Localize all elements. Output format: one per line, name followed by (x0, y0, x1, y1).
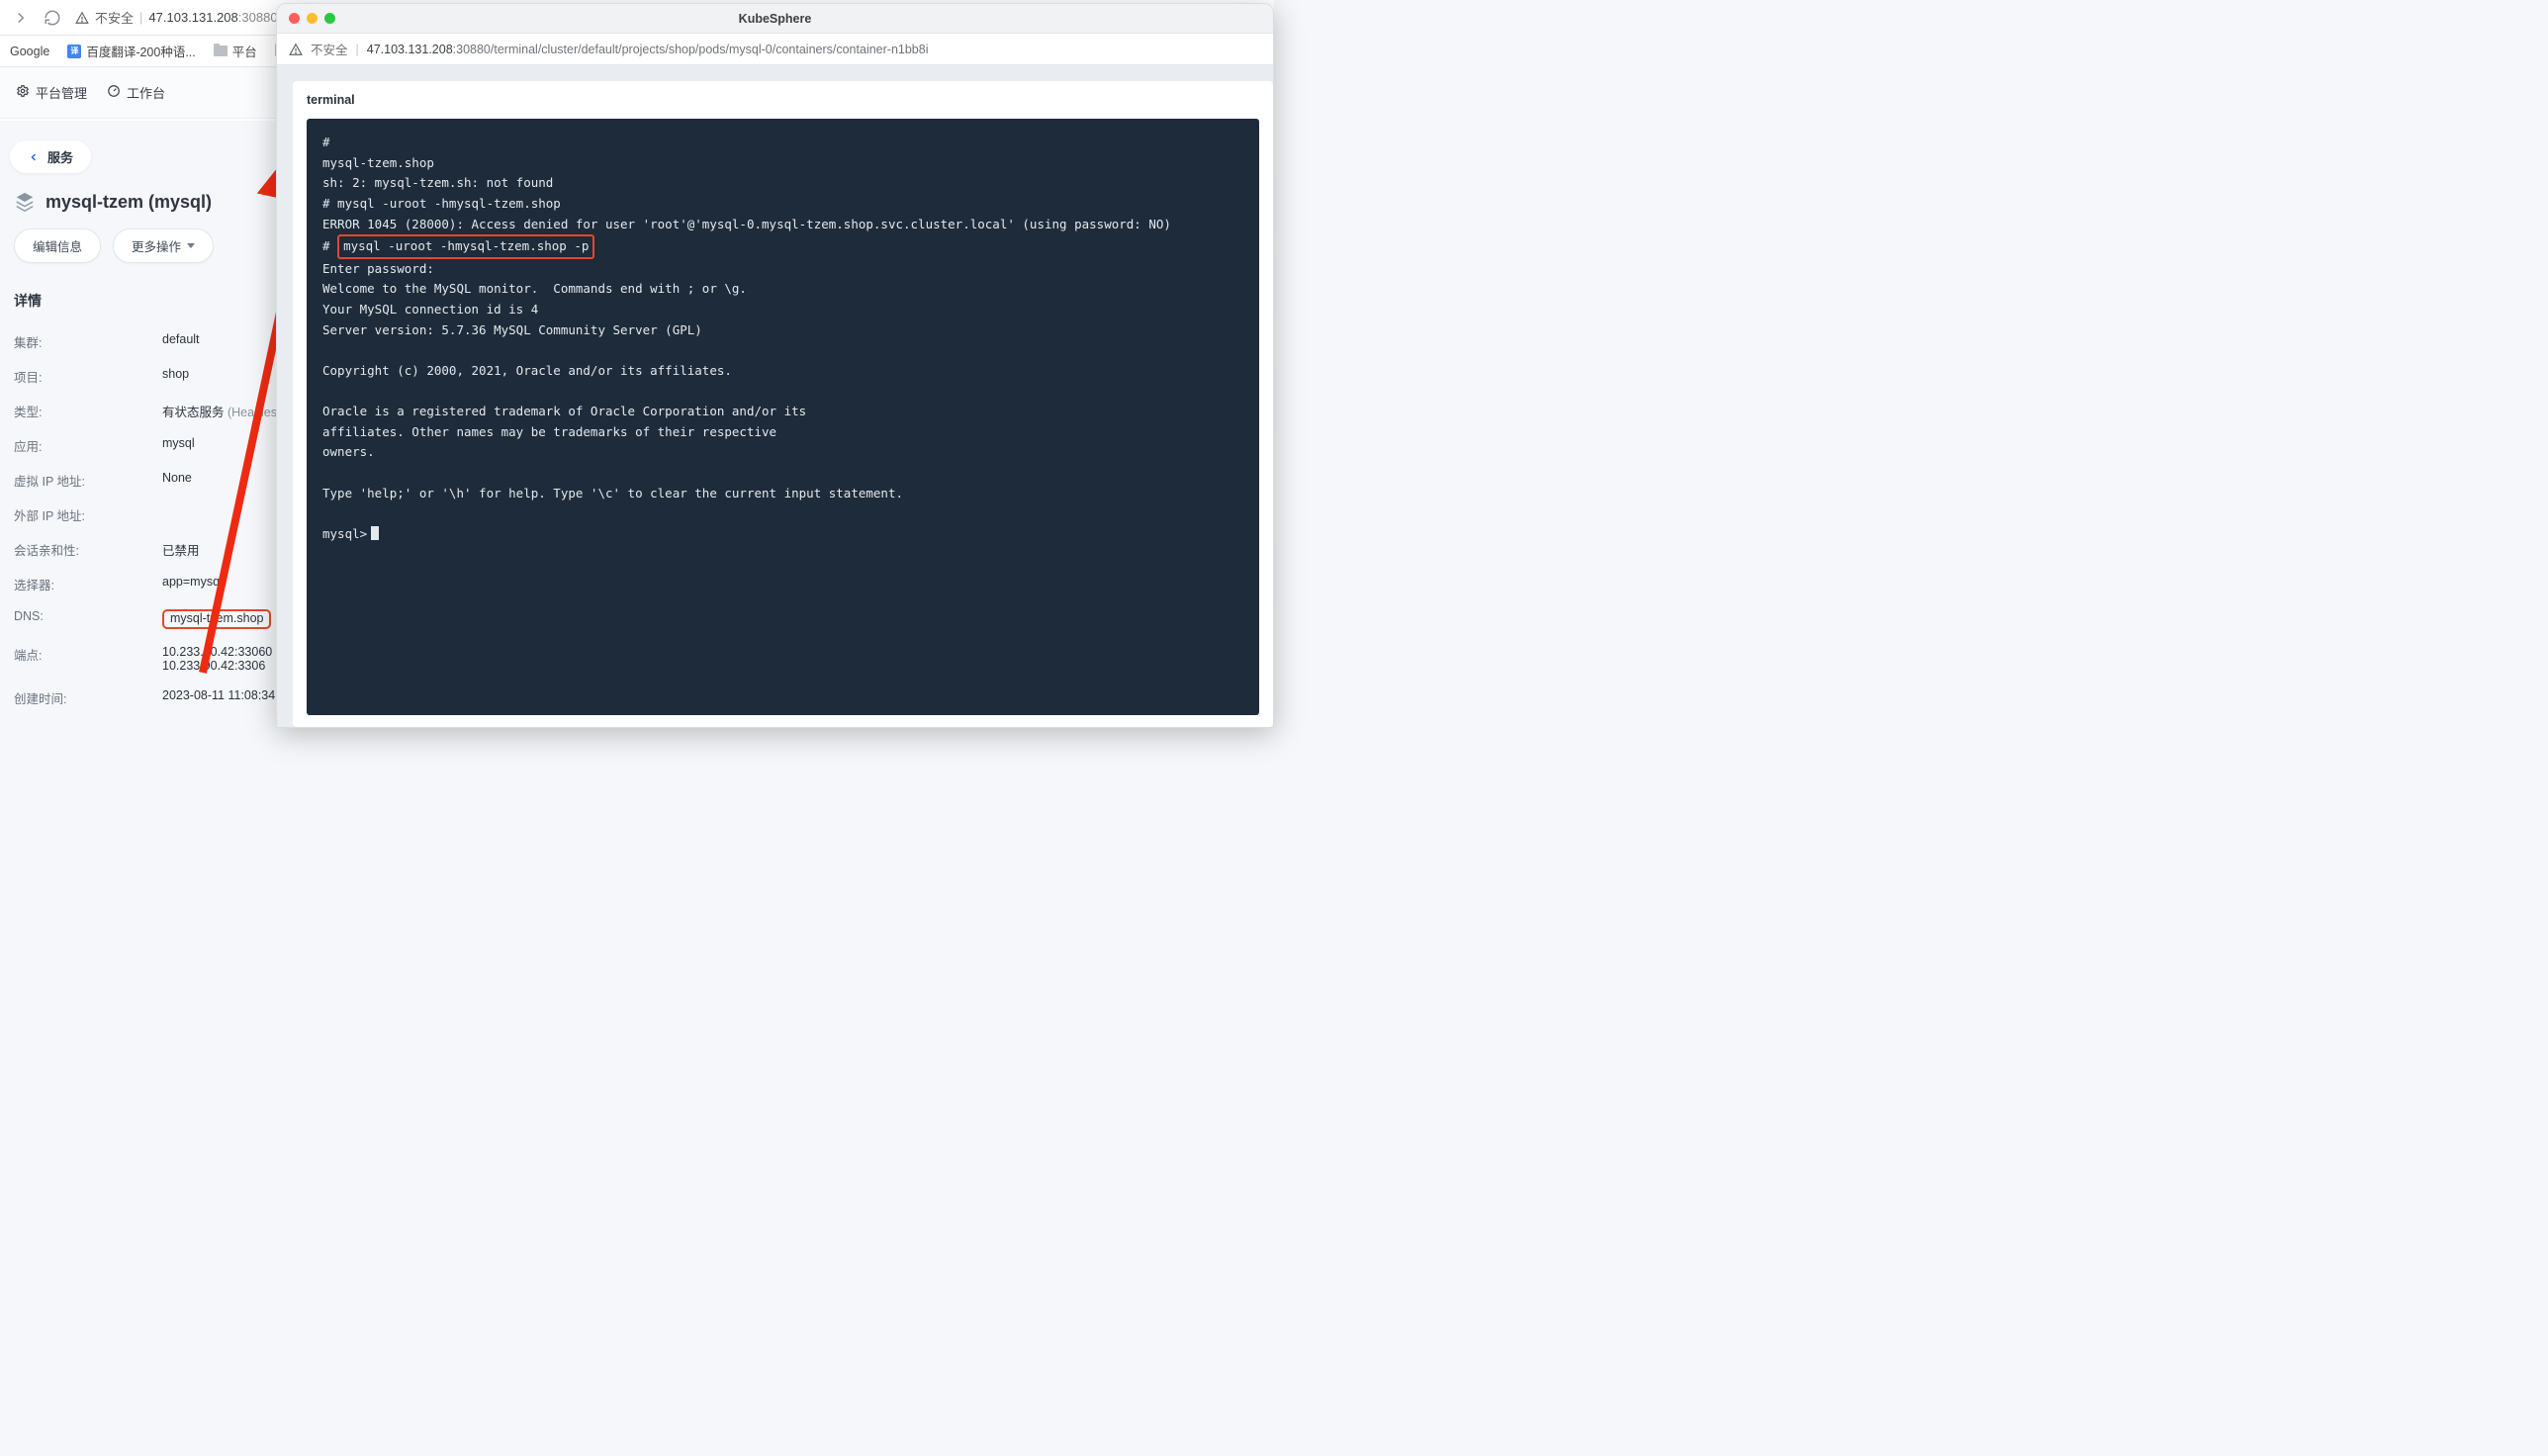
gear-icon (16, 84, 30, 101)
terminal-heading: terminal (307, 93, 1259, 107)
insecure-icon (289, 43, 303, 56)
more-actions-button[interactable]: 更多操作 (113, 228, 214, 263)
cursor-icon (371, 526, 379, 540)
terminal-window: KubeSphere 不安全 | 47.103.131.208:30880/te… (276, 3, 1274, 728)
dashboard-icon (107, 84, 121, 101)
chevron-left-icon (28, 151, 40, 163)
dns-value-highlight: mysql-tzem.shop (162, 609, 271, 629)
bookmark-baidu-translate[interactable]: 译百度翻译-200种语... (67, 42, 195, 60)
edit-info-button[interactable]: 编辑信息 (14, 228, 101, 263)
insecure-icon (75, 11, 89, 25)
window-title: KubeSphere (277, 12, 1273, 26)
bookmark-folder-platform[interactable]: 平台 (214, 42, 257, 60)
insecure-label: 不安全 (95, 8, 134, 27)
platform-mgmt-link[interactable]: 平台管理 (16, 83, 87, 102)
back-to-services-button[interactable]: 服务 (10, 140, 91, 173)
insecure-label: 不安全 (311, 40, 348, 58)
nav-reload-icon[interactable] (44, 9, 61, 27)
caret-down-icon (187, 243, 195, 248)
workbench-link[interactable]: 工作台 (107, 83, 165, 102)
nav-forward-icon[interactable] (12, 9, 30, 27)
terminal-address-bar: 不安全 | 47.103.131.208:30880/terminal/clus… (277, 34, 1273, 65)
terminal-address-url[interactable]: 47.103.131.208:30880/terminal/cluster/de… (367, 43, 929, 56)
bookmark-google[interactable]: Google (10, 45, 49, 58)
service-icon (14, 191, 36, 213)
terminal-titlebar[interactable]: KubeSphere (277, 4, 1273, 34)
highlighted-command: mysql -uroot -hmysql-tzem.shop -p (337, 234, 594, 259)
terminal-output[interactable]: # mysql-tzem.shop sh: 2: mysql-tzem.sh: … (307, 119, 1259, 715)
